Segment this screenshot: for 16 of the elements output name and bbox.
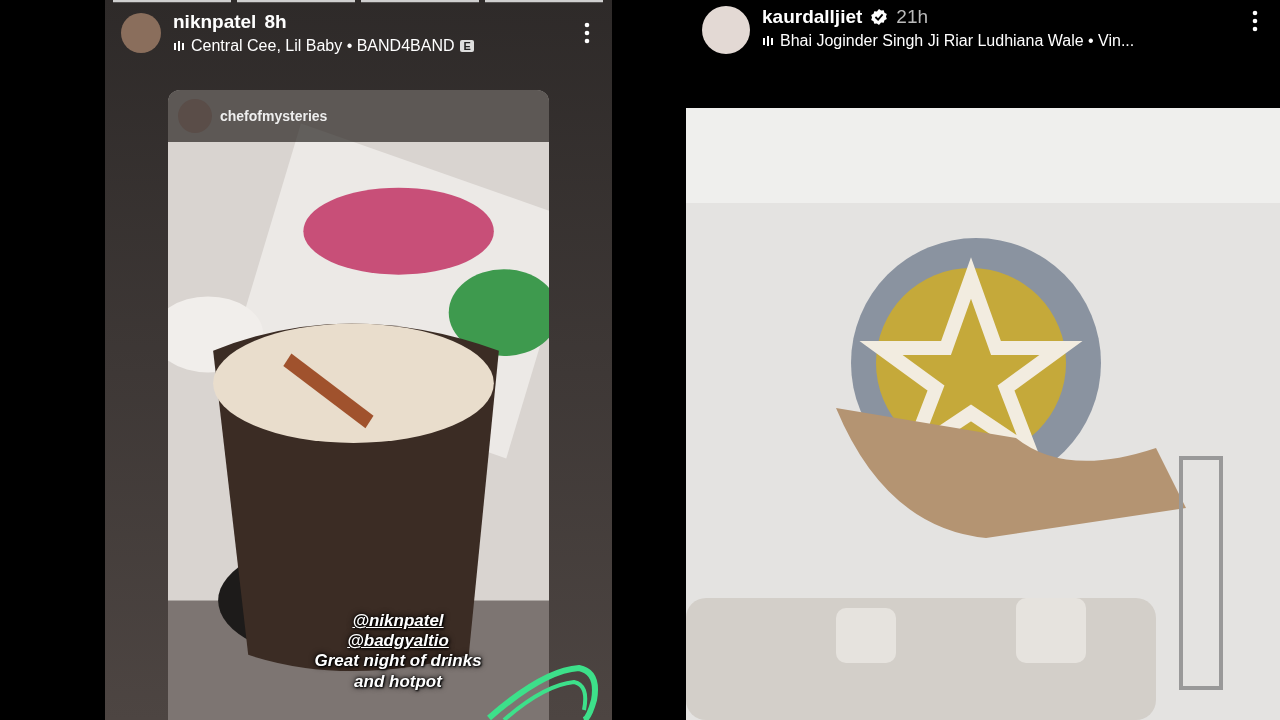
post-time: 8h: [264, 10, 287, 33]
music-label[interactable]: Central Cee, Lil Baby • BAND4BAND: [191, 36, 455, 55]
shared-username[interactable]: chefofmysteries: [220, 108, 328, 124]
explicit-tag: E: [460, 39, 474, 52]
music-label[interactable]: Bhai Joginder Singh Ji Riar Ludhiana Wale • Vin...: [780, 32, 1135, 50]
music-bars-icon: [762, 35, 774, 47]
username[interactable]: niknpatel: [173, 10, 257, 33]
avatar[interactable]: [702, 6, 750, 54]
reshared-story-card[interactable]: chefofmysteries @niknpatel @badgyaltio Great night of drinks and hotpot: [168, 90, 549, 720]
mention-link[interactable]: @niknpatel: [352, 611, 444, 632]
music-bars-icon: [173, 39, 185, 52]
mention-link[interactable]: @badgyaltio: [347, 631, 449, 652]
username[interactable]: kaurdalljiet: [762, 6, 863, 28]
story-caption: Great night of drinks and hotpot: [313, 651, 483, 692]
post-time: 21h: [896, 6, 929, 28]
verified-badge-icon: [870, 8, 889, 26]
